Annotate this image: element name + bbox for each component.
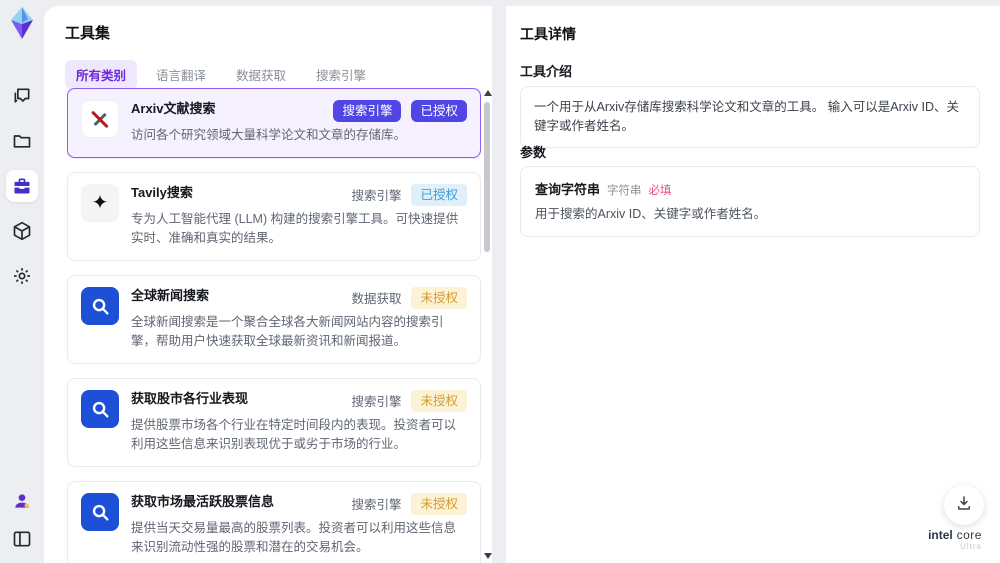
scrollbar-thumb[interactable] — [484, 102, 490, 252]
tool-description: 提供股票市场各个行业在特定时间段内的表现。投资者可以利用这些信息来识别表现优于或… — [131, 417, 457, 452]
auth-status-badge: 未授权 — [411, 286, 467, 309]
tab-data-fetch[interactable]: 数据获取 — [225, 60, 297, 89]
sidebar-item-files[interactable] — [6, 125, 38, 157]
param-type: 字符串 — [607, 185, 642, 197]
search-logo-icon — [81, 286, 119, 325]
download-button[interactable] — [944, 485, 984, 525]
panel-divider — [492, 6, 506, 563]
search-logo-icon — [81, 389, 119, 428]
sidebar-item-tools[interactable] — [6, 170, 38, 202]
search-logo-icon — [81, 492, 119, 531]
page-title: 工具集 — [65, 25, 111, 42]
list-scrollbar[interactable] — [483, 88, 492, 563]
gear-icon — [12, 266, 32, 286]
sidebar-item-models[interactable] — [6, 215, 38, 247]
intro-text-box: 一个用于从Arxiv存储库搜索科学论文和文章的工具。 输入可以是Arxiv ID… — [520, 86, 980, 148]
app-logo-gem-icon[interactable] — [7, 6, 37, 40]
tool-card-sector-performance[interactable]: 获取股市各行业表现 搜索引擎 未授权 提供股票市场各个行业在特定时间段内的表现。… — [67, 377, 481, 467]
tab-all-categories[interactable]: 所有类别 — [65, 60, 138, 89]
category-label: 搜索引擎 — [351, 498, 402, 513]
tab-translation[interactable]: 语言翻译 — [145, 60, 217, 89]
auth-status-badge: 已授权 — [411, 183, 467, 206]
tool-title: 获取股市各行业表现 — [131, 390, 249, 406]
tool-card-most-active-stocks[interactable]: 获取市场最活跃股票信息 搜索引擎 未授权 提供当天交易量最高的股票列表。投资者可… — [67, 480, 481, 563]
tool-title: 全球新闻搜索 — [131, 287, 210, 303]
panel-toggle-icon — [12, 529, 32, 549]
tool-title: Arxiv文献搜索 — [131, 101, 216, 116]
download-icon — [955, 494, 973, 517]
category-label: 数据获取 — [351, 292, 402, 307]
sidebar-rail — [0, 0, 44, 563]
tool-description: 全球新闻搜索是一个聚合全球各大新闻网站内容的搜索引擎，帮助用户快速获取全球最新资… — [131, 314, 444, 349]
category-tabs: 所有类别 语言翻译 数据获取 搜索引擎 — [65, 60, 377, 89]
brand-intel: intel — [928, 528, 953, 542]
sidebar-item-chat[interactable] — [6, 80, 38, 112]
package-icon — [12, 221, 32, 241]
arxiv-logo-icon — [81, 100, 119, 138]
auth-status-badge: 已授权 — [411, 100, 467, 123]
four-point-star-icon: ✦ — [81, 183, 119, 222]
tool-card-global-news[interactable]: 全球新闻搜索 数据获取 未授权 全球新闻搜索是一个聚合全球各大新闻网站内容的搜索… — [67, 274, 481, 364]
sidebar-item-collapse[interactable] — [6, 523, 38, 555]
sidebar-item-settings[interactable] — [6, 260, 38, 292]
auth-status-badge: 未授权 — [411, 389, 467, 412]
brand-ultra: Ultra — [960, 542, 982, 551]
tool-list: Arxiv文献搜索 搜索引擎 已授权 访问各个研究领域大量科学论文和文章的存储库… — [67, 88, 481, 563]
intro-heading: 工具介绍 — [520, 64, 573, 79]
main-surface: 工具集 所有类别 语言翻译 数据获取 搜索引擎 Arxiv文献搜索 搜索引擎 已… — [44, 6, 1000, 563]
scroll-up-arrow-icon[interactable] — [484, 90, 492, 96]
params-heading: 参数 — [520, 145, 547, 160]
tool-description: 专为人工智能代理 (LLM) 构建的搜索引擎工具。可快速提供实时、准确和真实的结… — [131, 211, 459, 246]
tab-search-engine[interactable]: 搜索引擎 — [305, 60, 377, 89]
category-label: 搜索引擎 — [351, 395, 402, 410]
param-description: 用于搜索的Arxiv ID、关键字或作者姓名。 — [535, 207, 767, 221]
toolbox-icon — [12, 176, 32, 196]
brand-core: core — [952, 528, 982, 542]
tool-description: 提供当天交易量最高的股票列表。投资者可以利用这些信息来识别流动性强的股票和潜在的… — [131, 520, 457, 555]
category-badge: 搜索引擎 — [333, 100, 402, 123]
detail-title: 工具详情 — [520, 26, 576, 42]
chat-icon — [12, 86, 32, 106]
tool-card-arxiv[interactable]: Arxiv文献搜索 搜索引擎 已授权 访问各个研究领域大量科学论文和文章的存储库… — [67, 88, 481, 158]
tool-title: 获取市场最活跃股票信息 — [131, 493, 275, 509]
auth-status-badge: 未授权 — [411, 492, 467, 515]
tool-title: Tavily搜索 — [131, 184, 193, 200]
user-icon — [12, 491, 32, 511]
param-required-badge: 必填 — [648, 185, 672, 197]
scroll-down-arrow-icon[interactable] — [484, 553, 492, 559]
tool-detail-panel: 工具详情 工具介绍 一个用于从Arxiv存储库搜索科学论文和文章的工具。 输入可… — [506, 6, 1000, 563]
sidebar-item-account[interactable] — [6, 485, 38, 517]
tool-description: 访问各个研究领域大量科学论文和文章的存储库。 — [131, 128, 407, 143]
tool-card-tavily[interactable]: ✦ Tavily搜索 搜索引擎 已授权 专为人工智能代理 (LLM) 构建的搜索… — [67, 171, 481, 261]
folder-icon — [12, 131, 32, 151]
intel-core-logo: intel core Ultra — [920, 528, 990, 551]
param-card: 查询字符串 字符串 必填 用于搜索的Arxiv ID、关键字或作者姓名。 — [520, 166, 980, 237]
category-label: 搜索引擎 — [351, 189, 402, 204]
param-name: 查询字符串 — [535, 182, 601, 197]
